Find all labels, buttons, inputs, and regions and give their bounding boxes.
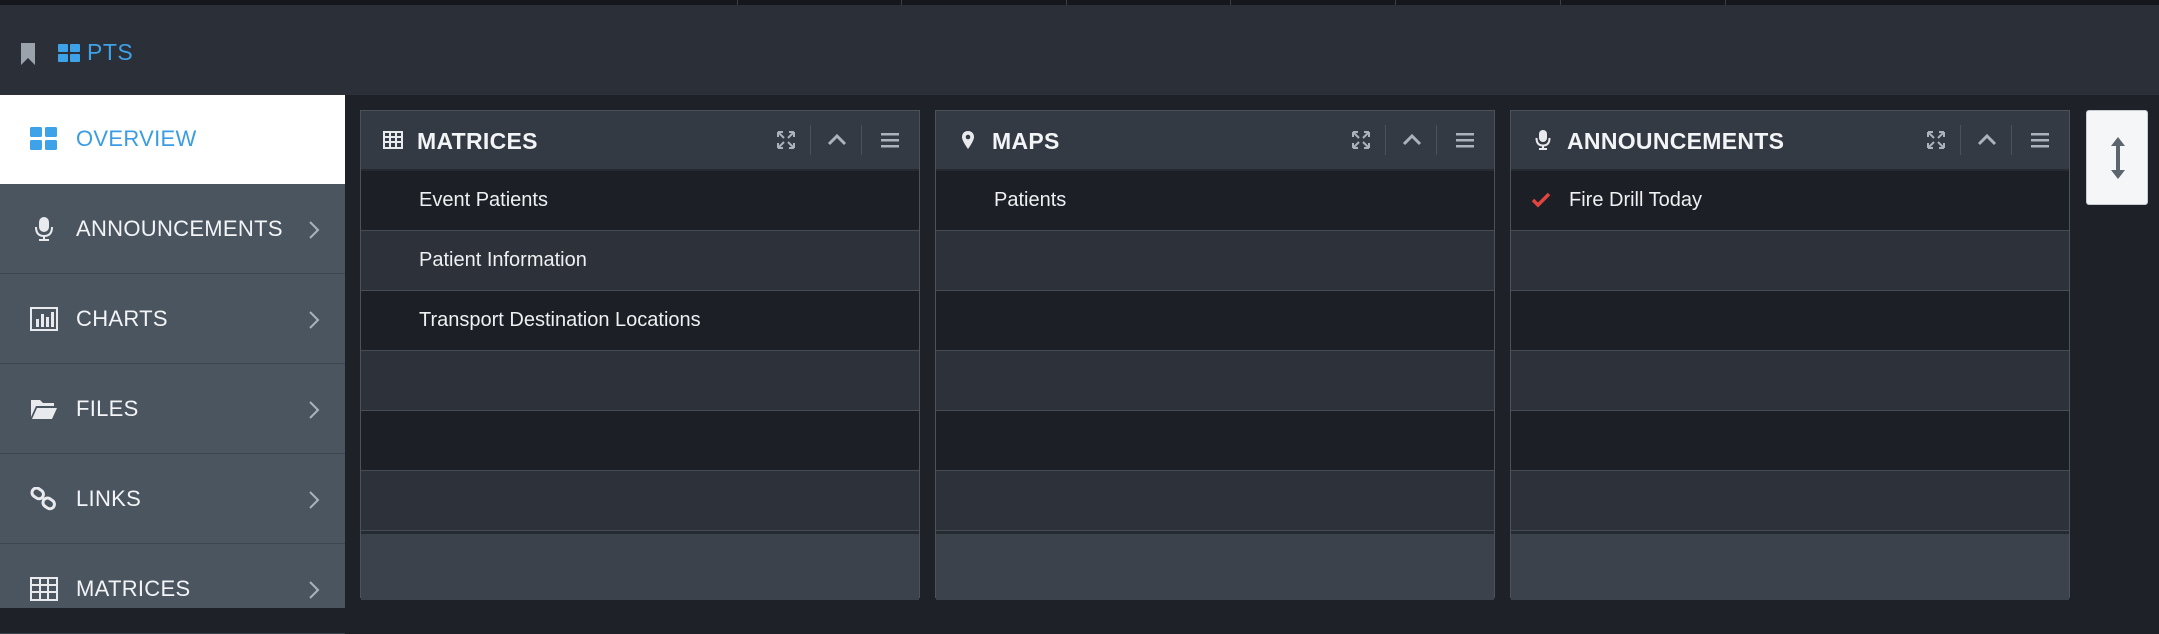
link-icon [30,487,56,511]
empty-row [1511,291,2069,351]
collapse-icon[interactable] [1398,125,1426,155]
list-item-label: Patient Information [419,249,587,271]
app-header: PTS [0,5,2159,95]
microphone-icon [35,217,53,241]
collapse-icon[interactable] [823,125,851,155]
panel-footer [1511,531,2069,600]
expand-icon[interactable] [772,125,800,155]
empty-row [936,471,1494,531]
resize-vertical-icon [2111,137,2125,179]
panel-title: MATRICES [417,128,538,154]
sidebar-item-label: MATRICES [76,576,191,601]
list-item-label: Patients [994,189,1067,211]
checkmark-icon [1531,192,1551,208]
bar-chart-icon [30,307,58,331]
chevron-right-icon [309,401,320,419]
sidebar-item-announcements[interactable]: ANNOUNCEMENTS [0,185,345,274]
list-item[interactable]: Event Patients [361,171,919,231]
chevron-right-icon [309,581,320,599]
list-item[interactable]: Patients [936,171,1494,231]
expand-icon[interactable] [1922,125,1950,155]
table-icon [383,131,403,149]
list-item-label: Event Patients [419,189,548,211]
bookmark-icon[interactable] [20,43,36,65]
empty-row [1511,231,2069,291]
empty-row [361,471,919,531]
panel-title: MAPS [992,128,1060,154]
sidebar-item-label: CHARTS [76,306,168,331]
list-item[interactable]: Fire Drill Today [1511,171,2069,231]
matrices-panel: MATRICES Event Patients Patient Informat… [360,110,920,600]
sidebar-item-overview[interactable]: OVERVIEW [0,95,345,184]
empty-row [1511,471,2069,531]
expand-icon[interactable] [1347,125,1375,155]
list-item-label: Transport Destination Locations [419,309,701,331]
header-divider [1436,125,1437,155]
sidebar-item-label: OVERVIEW [76,126,197,151]
chevron-right-icon [309,491,320,509]
header-divider [2011,125,2012,155]
app-title[interactable]: PTS [87,39,133,66]
microphone-icon [1535,130,1551,150]
list-item-label: Fire Drill Today [1569,189,1702,211]
panel-title: ANNOUNCEMENTS [1567,128,1785,154]
sidebar-item-links[interactable]: LINKS [0,455,345,544]
sidebar-item-charts[interactable]: CHARTS [0,275,345,364]
chevron-right-icon [309,311,320,329]
panel-footer [936,531,1494,600]
grid-icon [58,44,80,62]
panel-header: ANNOUNCEMENTS [1511,111,2069,171]
map-marker-icon [962,131,974,149]
empty-row [936,411,1494,471]
sidebar-item-label: FILES [76,396,139,421]
menu-icon[interactable] [2026,125,2054,155]
chevron-right-icon [309,221,320,239]
header-divider [810,125,811,155]
panel-header: MATRICES [361,111,919,171]
sidebar-item-label: ANNOUNCEMENTS [76,216,283,241]
empty-row [936,231,1494,291]
empty-row [1511,351,2069,411]
menu-icon[interactable] [1451,125,1479,155]
folder-open-icon [31,400,57,419]
empty-row [936,291,1494,351]
sidebar-item-label: LINKS [76,486,142,511]
collapse-icon[interactable] [1973,125,2001,155]
sidebar-item-files[interactable]: FILES [0,365,345,454]
empty-row [361,351,919,411]
announcements-panel: ANNOUNCEMENTS Fire Drill Today [1510,110,2070,600]
sidebar-item-matrices[interactable]: MATRICES [0,545,345,634]
header-divider [1385,125,1386,155]
empty-row [361,411,919,471]
empty-row [1511,411,2069,471]
panel-header: MAPS [936,111,1494,171]
table-icon [30,577,58,601]
maps-panel: MAPS Patients [935,110,1495,600]
header-divider [861,125,862,155]
panel-footer [361,531,919,600]
grid-icon [30,127,57,150]
list-item[interactable]: Transport Destination Locations [361,291,919,351]
sidebar: OVERVIEW ANNOUNCEMENTS CHARTS FILES LINK… [0,95,345,634]
list-item[interactable]: Patient Information [361,231,919,291]
menu-icon[interactable] [876,125,904,155]
empty-row [936,351,1494,411]
resize-vertical-button[interactable] [2086,110,2148,205]
header-divider [1960,125,1961,155]
